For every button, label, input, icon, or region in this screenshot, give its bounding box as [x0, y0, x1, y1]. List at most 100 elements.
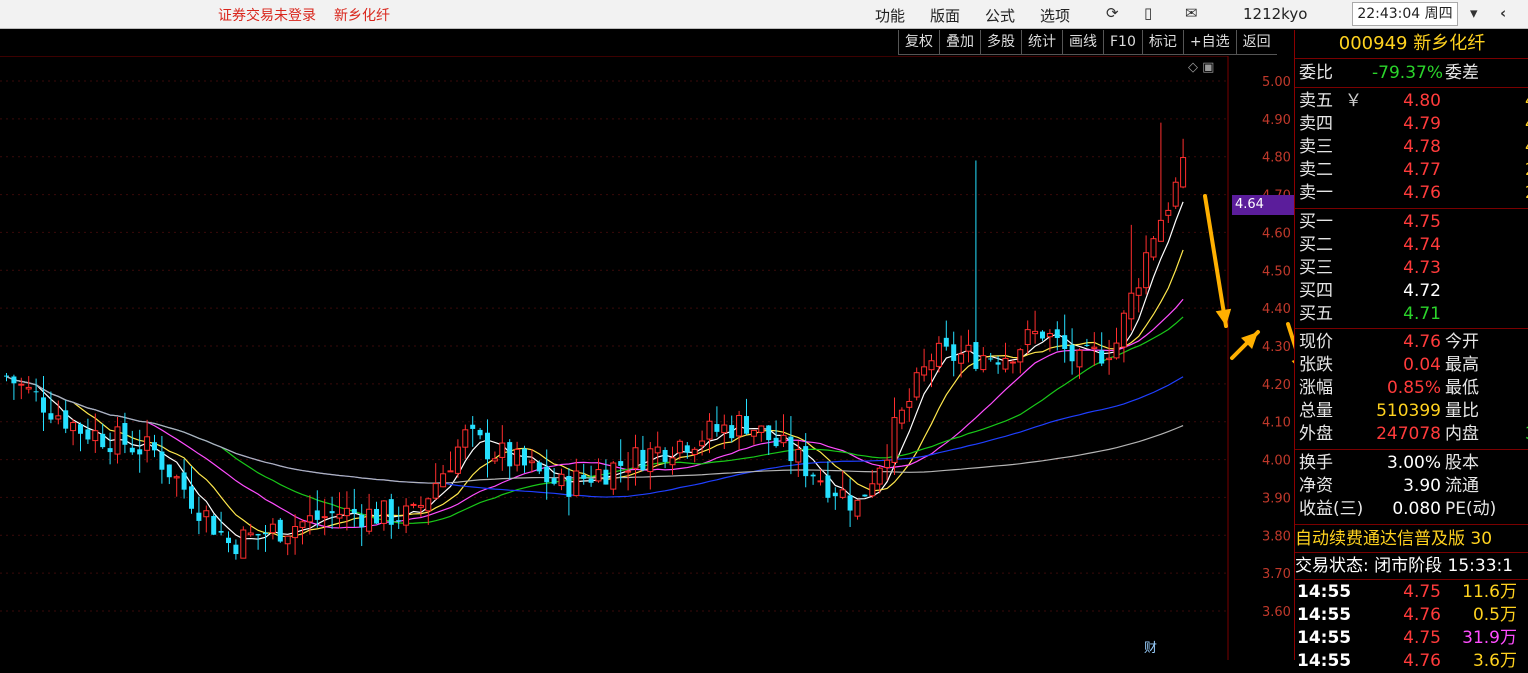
- y-tick-label: 4.50: [1262, 264, 1291, 279]
- bid-price: 4.74: [1403, 235, 1441, 255]
- candle-body-up: [240, 529, 247, 559]
- candle-body-up: [1135, 287, 1142, 296]
- candle-body-down: [640, 449, 646, 471]
- annotation-arrow-1-head: [1215, 308, 1232, 326]
- candle-body-down: [862, 494, 868, 497]
- ma10-line: [6, 249, 1184, 538]
- candle-body-down: [218, 530, 224, 533]
- candle-body-down: [581, 474, 587, 479]
- candle-body-up: [1091, 346, 1098, 349]
- candle-body-down: [951, 344, 957, 361]
- candle-body-up: [114, 426, 121, 455]
- ask-label: 卖一: [1299, 183, 1333, 203]
- refresh-icon[interactable]: ⟳: [1106, 4, 1119, 22]
- back-arrow-icon[interactable]: ‹: [1500, 4, 1506, 22]
- candle-body-up: [669, 457, 676, 466]
- menu-layout[interactable]: 版面: [930, 5, 960, 26]
- candle-body-up: [417, 504, 424, 508]
- candle-body-down: [536, 462, 542, 472]
- candle-body-down: [507, 442, 513, 467]
- ask-label: 卖三: [1299, 137, 1333, 157]
- kline-svg[interactable]: 5.004.904.804.704.604.504.404.304.204.10…: [0, 56, 1294, 660]
- candle-body-up: [514, 448, 521, 466]
- bid-4-row[interactable]: 买四 4.72: [1295, 280, 1528, 303]
- candle-body-down: [470, 424, 476, 429]
- candle-body-up: [410, 503, 417, 506]
- chart-toolbar: 复权 叠加 多股 统计 画线 F10 标记 +自选 返回: [898, 30, 1277, 56]
- btn-multi-stock[interactable]: 多股: [980, 30, 1021, 55]
- ask-2-row[interactable]: 卖二 4.77 2: [1295, 159, 1528, 182]
- candle-body-down: [1054, 329, 1060, 339]
- candle-body-up: [676, 440, 683, 454]
- phone-icon[interactable]: ▯: [1144, 4, 1152, 22]
- candle-body-down: [4, 375, 9, 377]
- candle-body-up: [1113, 342, 1120, 359]
- menu-options[interactable]: 选项: [1040, 5, 1070, 26]
- candle-body-up: [1157, 219, 1164, 242]
- mail-icon[interactable]: ✉: [1185, 4, 1198, 22]
- candle-body-up: [70, 422, 77, 432]
- bid-1-row[interactable]: 买一 4.75: [1295, 211, 1528, 234]
- candle-body-up: [499, 442, 506, 458]
- candle-body-up: [750, 429, 757, 437]
- candle-body-up: [736, 415, 743, 437]
- ask-label: 卖四: [1299, 114, 1333, 134]
- candle-body-up: [699, 440, 706, 447]
- ask-1-row[interactable]: 卖一 4.76 2: [1295, 182, 1528, 205]
- bid-3-row[interactable]: 买三 4.73: [1295, 257, 1528, 280]
- btn-f10[interactable]: F10: [1103, 30, 1142, 55]
- candle-body-up: [795, 448, 802, 463]
- ask-label: 卖五: [1299, 91, 1333, 111]
- ask-4-row[interactable]: 卖四 4.79 4: [1295, 113, 1528, 136]
- finance-tag[interactable]: 财: [1144, 637, 1157, 656]
- candle-body-down: [41, 397, 46, 413]
- btn-mark[interactable]: 标记: [1141, 30, 1183, 55]
- candle-body-up: [1143, 252, 1150, 289]
- candle-body-down: [166, 464, 172, 478]
- bid-5-row[interactable]: 买五 4.71: [1295, 303, 1528, 326]
- candle-body-down: [588, 478, 594, 483]
- candle-body-up: [1172, 181, 1179, 207]
- btn-add-watchlist[interactable]: +自选: [1182, 30, 1236, 55]
- top-menu-bar: 证券交易未登录 新乡化纤 功能 版面 公式 选项 ⟳ ▯ ✉ 1212kyo 2…: [0, 0, 1528, 29]
- diamond-icon: ◇: [1188, 60, 1198, 75]
- candle-body-down: [995, 362, 1001, 365]
- subscription-banner[interactable]: 自动续费通达信普及版 30: [1295, 527, 1528, 551]
- menu-formula[interactable]: 公式: [985, 5, 1015, 26]
- clock: 22:43:04 周四: [1352, 2, 1458, 26]
- chart-corner-icons[interactable]: ◇ ▣: [1188, 60, 1214, 75]
- candle-body-up: [1128, 292, 1135, 320]
- candle-body-up: [965, 344, 972, 352]
- login-status[interactable]: 证券交易未登录: [218, 5, 316, 25]
- dropdown-icon[interactable]: ▾: [1470, 4, 1478, 22]
- tick-row: 14:55 4.76 0.5万: [1297, 605, 1517, 625]
- candle-body-up: [380, 500, 387, 524]
- candle-body-up: [1032, 330, 1039, 335]
- candle-body-down: [803, 446, 809, 477]
- ask-5-row[interactable]: 卖五 ￥ 4.80 4: [1295, 90, 1528, 113]
- kline-chart[interactable]: 5.004.904.804.704.604.504.404.304.204.10…: [0, 56, 1294, 660]
- candle-body-up: [269, 523, 276, 534]
- weibi-value: -79.37%: [1372, 63, 1443, 83]
- btn-statistics[interactable]: 统计: [1021, 30, 1062, 55]
- candle-body-up: [173, 476, 180, 479]
- bid-price: 4.73: [1403, 258, 1441, 278]
- trade-status: 交易状态: 闭市阶段 15:33:1: [1295, 556, 1514, 576]
- y-tick-label: 4.30: [1262, 340, 1291, 355]
- candle-body-up: [558, 473, 565, 487]
- btn-overlay[interactable]: 叠加: [939, 30, 980, 55]
- stock-title[interactable]: 000949 新乡化纤: [1295, 30, 1528, 58]
- candle-body-down: [1040, 331, 1045, 339]
- menu-function[interactable]: 功能: [875, 5, 905, 26]
- candle-body-down: [773, 437, 779, 447]
- bid-2-row[interactable]: 买二 4.74: [1295, 234, 1528, 257]
- btn-draw-line[interactable]: 画线: [1062, 30, 1103, 55]
- user-name[interactable]: 1212kyo: [1243, 5, 1307, 23]
- btn-return[interactable]: 返回: [1235, 30, 1277, 55]
- ask-3-row[interactable]: 卖三 4.78 4: [1295, 136, 1528, 159]
- candle-body-up: [780, 434, 787, 444]
- y-tick-label: 4.20: [1262, 378, 1291, 393]
- btn-restore-rights[interactable]: 复权: [898, 30, 939, 55]
- candle-body-up: [247, 532, 254, 536]
- window-icon: ▣: [1202, 60, 1215, 75]
